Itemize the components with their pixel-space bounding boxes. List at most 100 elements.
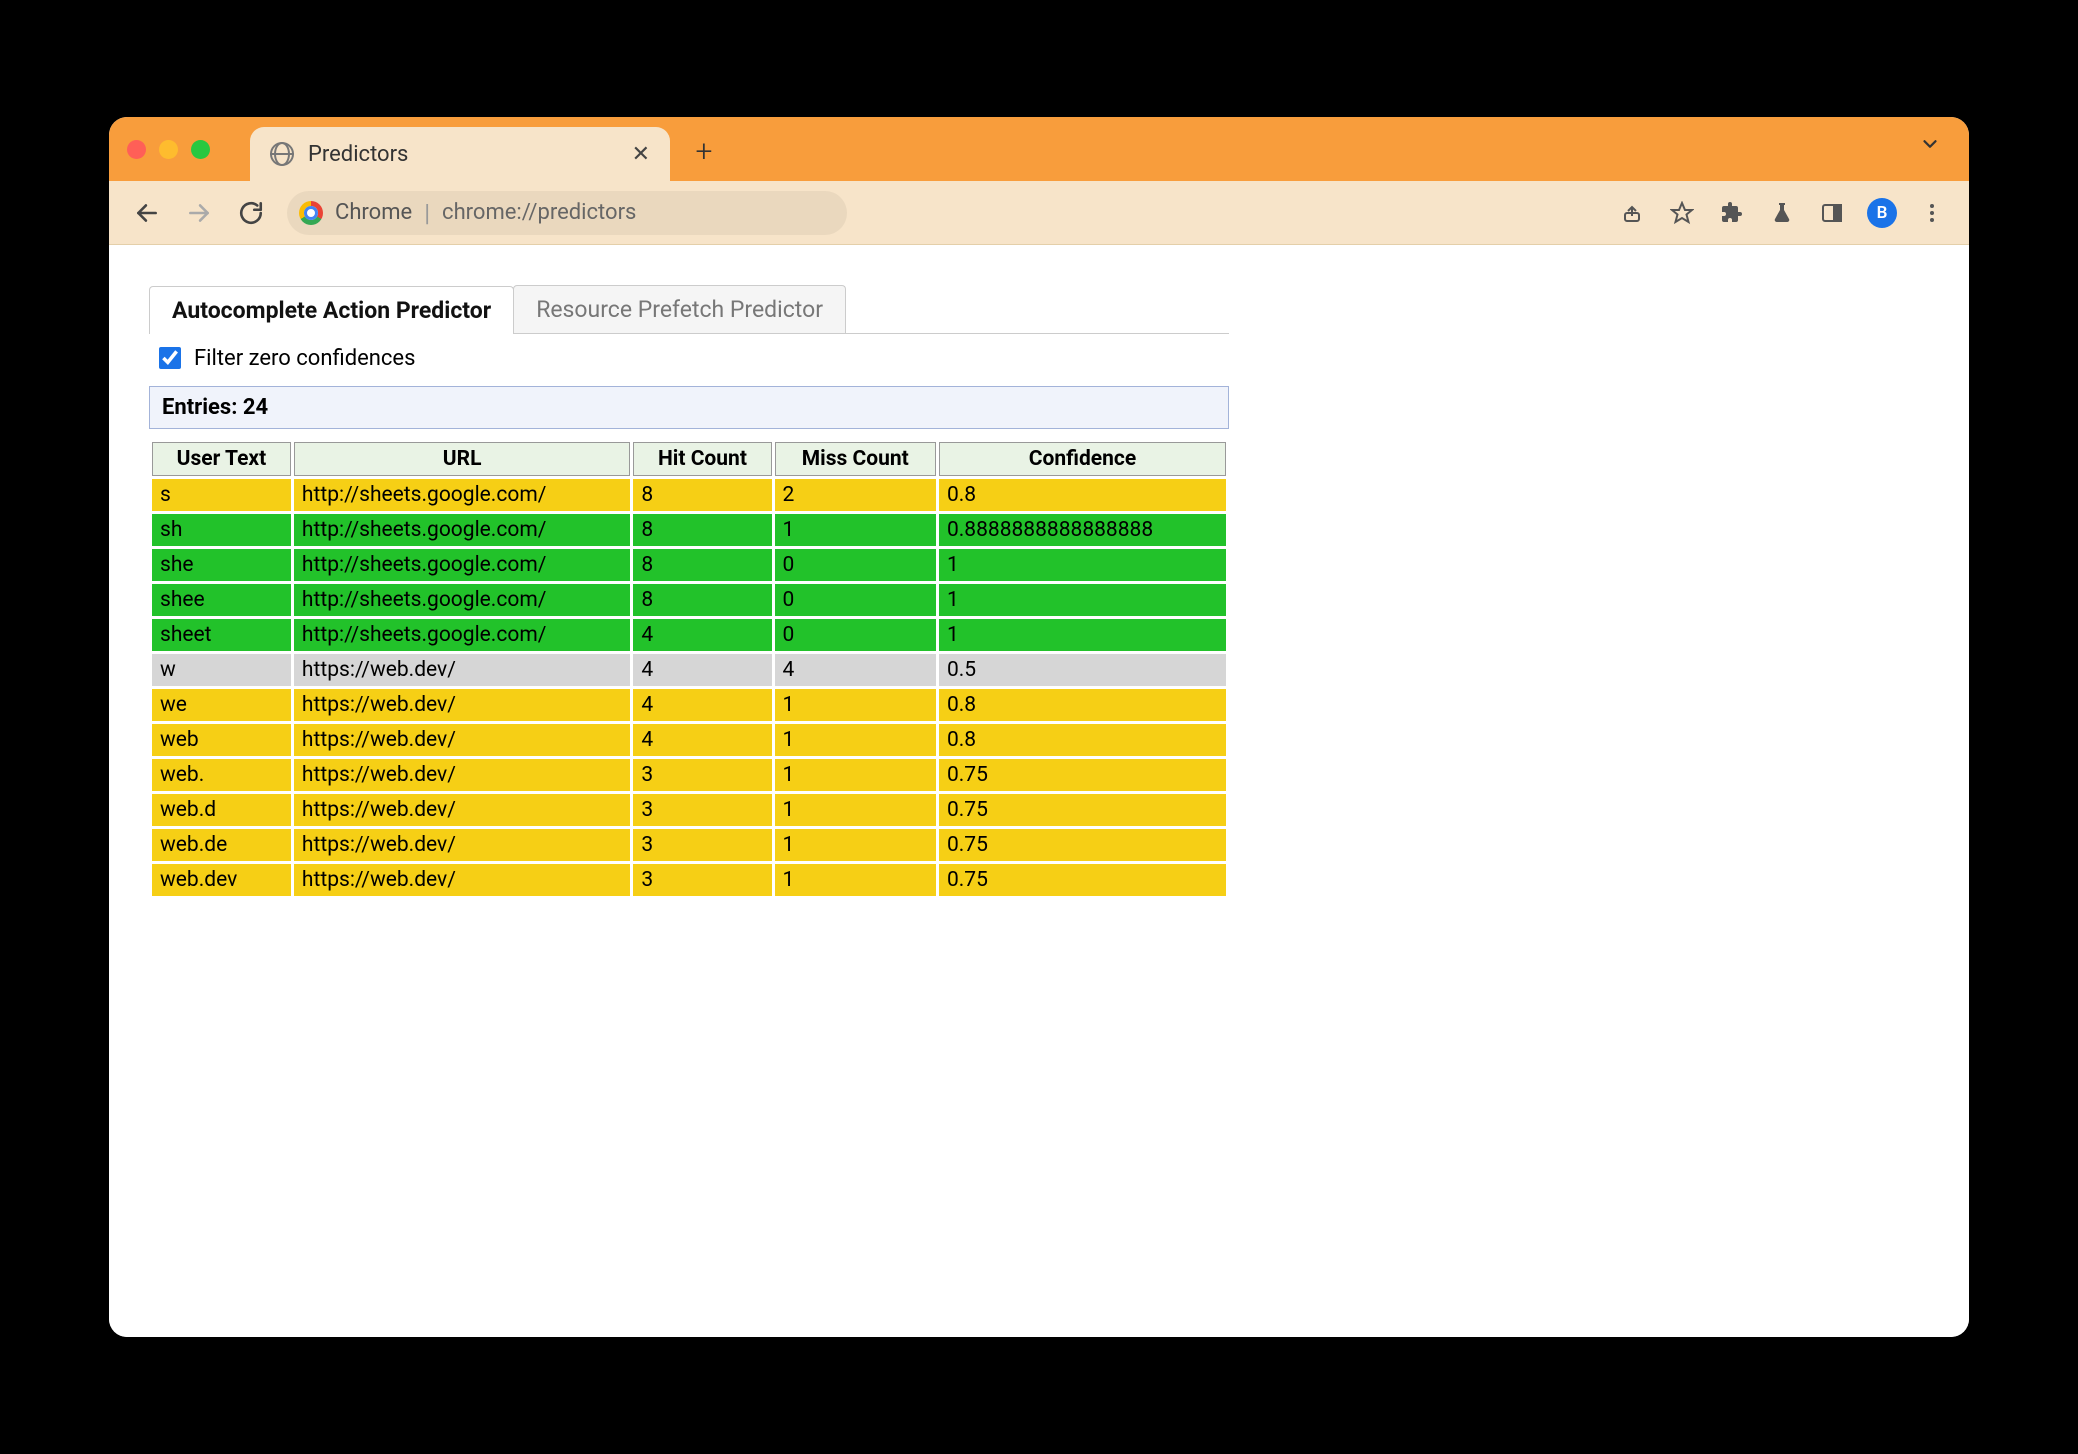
cell-url: https://web.dev/	[294, 829, 631, 861]
cell-user_text: shee	[152, 584, 291, 616]
cell-miss: 1	[775, 759, 936, 791]
forward-button[interactable]	[183, 197, 215, 229]
table-row: wehttps://web.dev/410.8	[152, 689, 1226, 721]
cell-hit: 3	[633, 864, 771, 896]
entries-count-bar: Entries: 24	[149, 386, 1229, 429]
cell-url: http://sheets.google.com/	[294, 584, 631, 616]
cell-miss: 1	[775, 514, 936, 546]
cell-confidence: 0.75	[939, 794, 1226, 826]
window-controls	[127, 140, 210, 159]
col-confidence[interactable]: Confidence	[939, 442, 1226, 476]
cell-user_text: sh	[152, 514, 291, 546]
omnibox[interactable]: Chrome | chrome://predictors	[287, 191, 847, 235]
cell-user_text: web.	[152, 759, 291, 791]
table-row: sheehttp://sheets.google.com/801	[152, 584, 1226, 616]
browser-window: Predictors ✕ + Chrome | chrome://predict…	[109, 117, 1969, 1337]
cell-hit: 8	[633, 514, 771, 546]
cell-confidence: 1	[939, 584, 1226, 616]
filter-row: Filter zero confidences	[149, 334, 1229, 386]
col-hit-count[interactable]: Hit Count	[633, 442, 771, 476]
cell-confidence: 0.75	[939, 829, 1226, 861]
cell-miss: 0	[775, 584, 936, 616]
cell-miss: 2	[775, 479, 936, 511]
cell-url: https://web.dev/	[294, 654, 631, 686]
globe-icon	[270, 142, 294, 166]
reload-button[interactable]	[235, 197, 267, 229]
table-header-row: User Text URL Hit Count Miss Count Confi…	[152, 442, 1226, 476]
cell-user_text: sheet	[152, 619, 291, 651]
page-content: Autocomplete Action Predictor Resource P…	[109, 245, 1969, 1337]
labs-icon[interactable]	[1767, 198, 1797, 228]
cell-confidence: 1	[939, 619, 1226, 651]
cell-miss: 1	[775, 689, 936, 721]
table-row: web.dehttps://web.dev/310.75	[152, 829, 1226, 861]
back-button[interactable]	[131, 197, 163, 229]
col-url[interactable]: URL	[294, 442, 631, 476]
cell-user_text: web.de	[152, 829, 291, 861]
cell-hit: 8	[633, 549, 771, 581]
entries-count: 24	[243, 395, 268, 420]
cell-url: http://sheets.google.com/	[294, 479, 631, 511]
extensions-icon[interactable]	[1717, 198, 1747, 228]
filter-label[interactable]: Filter zero confidences	[194, 346, 415, 371]
close-window-button[interactable]	[127, 140, 146, 159]
tab-autocomplete-action-predictor[interactable]: Autocomplete Action Predictor	[149, 286, 514, 334]
profile-avatar[interactable]: B	[1867, 198, 1897, 228]
cell-hit: 4	[633, 689, 771, 721]
cell-url: https://web.dev/	[294, 689, 631, 721]
table-row: shttp://sheets.google.com/820.8	[152, 479, 1226, 511]
col-user-text[interactable]: User Text	[152, 442, 291, 476]
cell-hit: 3	[633, 759, 771, 791]
cell-confidence: 0.75	[939, 864, 1226, 896]
cell-hit: 3	[633, 829, 771, 861]
cell-confidence: 0.75	[939, 759, 1226, 791]
cell-user_text: web.dev	[152, 864, 291, 896]
cell-hit: 4	[633, 619, 771, 651]
tab-resource-prefetch-predictor[interactable]: Resource Prefetch Predictor	[513, 285, 846, 333]
maximize-window-button[interactable]	[191, 140, 210, 159]
table-row: shhttp://sheets.google.com/810.888888888…	[152, 514, 1226, 546]
cell-hit: 4	[633, 724, 771, 756]
cell-miss: 4	[775, 654, 936, 686]
col-miss-count[interactable]: Miss Count	[775, 442, 936, 476]
minimize-window-button[interactable]	[159, 140, 178, 159]
cell-user_text: s	[152, 479, 291, 511]
cell-hit: 4	[633, 654, 771, 686]
cell-user_text: web.d	[152, 794, 291, 826]
cell-confidence: 0.8888888888888888	[939, 514, 1226, 546]
cell-miss: 1	[775, 829, 936, 861]
cell-confidence: 0.5	[939, 654, 1226, 686]
filter-zero-confidences-checkbox[interactable]	[159, 347, 181, 369]
tab-title: Predictors	[308, 142, 618, 167]
bookmark-star-icon[interactable]	[1667, 198, 1697, 228]
new-tab-button[interactable]: +	[688, 135, 720, 167]
cell-url: https://web.dev/	[294, 724, 631, 756]
table-row: web.https://web.dev/310.75	[152, 759, 1226, 791]
cell-hit: 3	[633, 794, 771, 826]
cell-miss: 1	[775, 724, 936, 756]
predictor-table: User Text URL Hit Count Miss Count Confi…	[149, 439, 1229, 899]
browser-tab-active[interactable]: Predictors ✕	[250, 127, 670, 181]
omnibox-separator: |	[424, 199, 430, 227]
side-panel-icon[interactable]	[1817, 198, 1847, 228]
close-tab-icon[interactable]: ✕	[632, 142, 650, 167]
cell-url: https://web.dev/	[294, 864, 631, 896]
cell-url: http://sheets.google.com/	[294, 549, 631, 581]
table-row: web.dhttps://web.dev/310.75	[152, 794, 1226, 826]
menu-icon[interactable]	[1917, 198, 1947, 228]
omnibox-path: chrome://predictors	[442, 200, 636, 225]
share-icon[interactable]	[1617, 198, 1647, 228]
table-row: webhttps://web.dev/410.8	[152, 724, 1226, 756]
cell-user_text: w	[152, 654, 291, 686]
table-row: web.devhttps://web.dev/310.75	[152, 864, 1226, 896]
table-row: shehttp://sheets.google.com/801	[152, 549, 1226, 581]
cell-miss: 0	[775, 619, 936, 651]
cell-confidence: 0.8	[939, 479, 1226, 511]
cell-confidence: 0.8	[939, 724, 1226, 756]
cell-url: https://web.dev/	[294, 794, 631, 826]
cell-miss: 0	[775, 549, 936, 581]
tab-strip: Predictors ✕ +	[109, 117, 1969, 181]
table-row: sheethttp://sheets.google.com/401	[152, 619, 1226, 651]
tab-list-dropdown-icon[interactable]	[1919, 133, 1941, 161]
cell-user_text: we	[152, 689, 291, 721]
